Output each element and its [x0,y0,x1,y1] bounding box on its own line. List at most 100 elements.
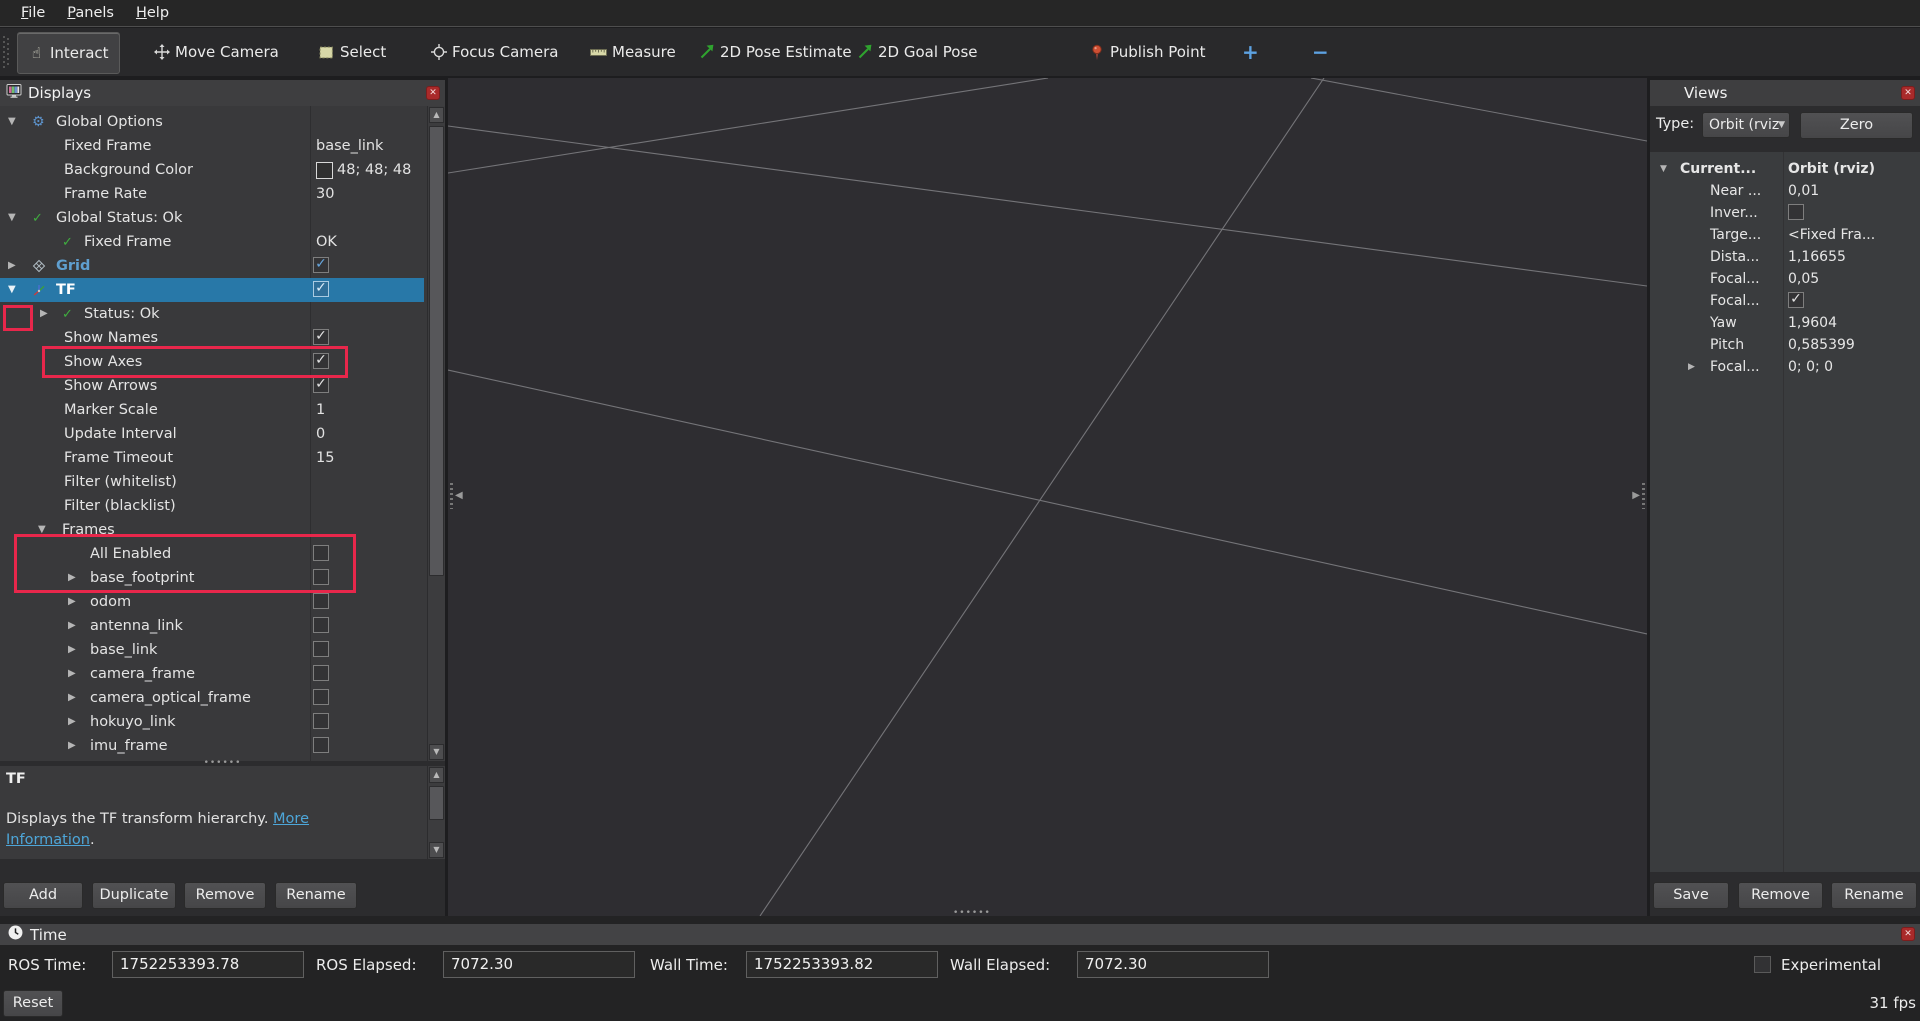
tree-row-show-arrows[interactable]: Show Arrows✓ [0,374,424,398]
scroll-down-icon[interactable]: ▼ [429,842,444,858]
3d-viewport[interactable]: ◀ ▶ •••••• [448,78,1647,916]
color-swatch[interactable] [316,162,333,179]
tool-2d-goal-pose[interactable]: 2D Goal Pose [846,32,988,72]
bottom-splitter-grip[interactable]: •••••• [953,911,991,915]
tree-row-update-interval[interactable]: Update Interval0 [0,422,424,446]
description-scrollbar[interactable]: ▲ ▼ [427,766,445,859]
expand-icon[interactable]: ▶ [68,734,76,758]
view-row-targe-[interactable]: Targe...<Fixed Fra... [1650,224,1920,246]
left-splitter-grip[interactable] [450,483,453,509]
remove-button[interactable]: Remove [184,882,266,909]
view-row-inver-[interactable]: Inver... [1650,202,1920,224]
tree-row-camera-frame[interactable]: ▶camera_frame [0,662,424,686]
checkbox[interactable] [313,593,329,609]
tree-row-hokuyo-link[interactable]: ▶hokuyo_link [0,710,424,734]
tree-row-show-names[interactable]: Show Names✓ [0,326,424,350]
expand-icon[interactable]: ▶ [1688,356,1695,378]
tool-publish-point[interactable]: Publish Point [1078,32,1215,72]
collapse-icon[interactable]: ▼ [8,206,16,230]
ros-time-value[interactable]: 1752253393.78 [112,951,304,978]
collapse-icon[interactable]: ▼ [1660,158,1667,180]
tree-row-marker-scale[interactable]: Marker Scale1 [0,398,424,422]
row-value[interactable]: 1 [316,398,422,422]
reset-button[interactable]: Reset [3,990,63,1017]
expand-icon[interactable]: ▶ [68,590,76,614]
view-type-dropdown[interactable]: Orbit (rviz ▼ [1702,112,1790,138]
row-value[interactable]: 1,9604 [1788,312,1916,334]
collapse-icon[interactable]: ▼ [8,278,16,302]
checkbox[interactable] [313,713,329,729]
tree-scrollbar[interactable]: ▲ ▼ [427,106,445,761]
tree-row-base-link[interactable]: ▶base_link [0,638,424,662]
tool-move-camera[interactable]: Move Camera [143,32,289,72]
tree-row-filter-whitelist-[interactable]: Filter (whitelist) [0,470,424,494]
expand-icon[interactable]: ▶ [68,638,76,662]
checkbox[interactable]: ✓ [313,281,329,297]
tree-row-show-axes[interactable]: Show Axes✓ [0,350,424,374]
checkbox[interactable]: ✓ [313,329,329,345]
row-value[interactable]: 48; 48; 48 [316,158,422,182]
view-row-dista-[interactable]: Dista...1,16655 [1650,246,1920,268]
tree-row-fixed-frame[interactable]: ✓Fixed FrameOK [0,230,424,254]
view-row-current-[interactable]: ▼Current...Orbit (rviz) [1650,158,1920,180]
ros-elapsed-value[interactable]: 7072.30 [443,951,635,978]
menu-file[interactable]: File [10,5,56,21]
view-row-pitch[interactable]: Pitch0,585399 [1650,334,1920,356]
tree-row-background-color[interactable]: Background Color48; 48; 48 [0,158,424,182]
checkbox[interactable]: ✓ [1788,292,1804,308]
collapse-icon[interactable]: ▼ [38,518,46,542]
view-row-focal-[interactable]: Focal...0,05 [1650,268,1920,290]
tree-row-filter-blacklist-[interactable]: Filter (blacklist) [0,494,424,518]
tool-select[interactable]: Select [308,32,396,72]
checkbox[interactable] [313,617,329,633]
tree-row-tf[interactable]: ▼TF✓ [0,278,424,302]
tool-interact[interactable]: ☝Interact [17,32,120,74]
checkbox[interactable] [313,665,329,681]
scroll-down-icon[interactable]: ▼ [429,744,444,760]
expand-icon[interactable]: ▶ [40,302,48,326]
checkbox[interactable] [313,689,329,705]
view-row-focal-[interactable]: ▶Focal...0; 0; 0 [1650,356,1920,378]
view-row-focal-[interactable]: Focal...✓ [1650,290,1920,312]
row-value[interactable]: 0,01 [1788,180,1916,202]
tree-row-frame-timeout[interactable]: Frame Timeout15 [0,446,424,470]
tool-focus-camera[interactable]: Focus Camera [420,32,568,72]
menu-help[interactable]: Help [125,5,180,21]
row-value[interactable]: 30 [316,182,422,206]
tree-row-global-options[interactable]: ▼⚙Global Options [0,110,424,134]
expand-icon[interactable]: ▶ [8,254,16,278]
row-value[interactable]: OK [316,230,422,254]
remove-button[interactable]: Remove [1738,882,1823,909]
add-tool-button[interactable]: + [1232,32,1269,72]
rename-button[interactable]: Rename [1831,882,1917,909]
row-value[interactable]: base_link [316,134,422,158]
checkbox[interactable] [313,737,329,753]
tree-row-fixed-frame[interactable]: Fixed Framebase_link [0,134,424,158]
menu-panels[interactable]: Panels [56,5,125,21]
collapse-left-icon[interactable]: ◀ [455,490,463,501]
add-button[interactable]: Add [3,882,83,909]
tree-row-grid[interactable]: ▶Grid✓ [0,254,424,278]
close-icon[interactable]: ✕ [1901,927,1915,941]
experimental-checkbox[interactable] [1754,956,1771,973]
row-value[interactable]: 0; 0; 0 [1788,356,1916,378]
row-value[interactable]: 0,585399 [1788,334,1916,356]
right-splitter-grip[interactable] [1642,483,1645,509]
expand-icon[interactable]: ▶ [68,686,76,710]
row-value[interactable]: 1,16655 [1788,246,1916,268]
expand-icon[interactable]: ▶ [68,662,76,686]
close-icon[interactable]: ✕ [426,86,440,100]
scroll-thumb[interactable] [429,126,444,576]
checkbox[interactable] [1788,204,1804,220]
tree-row-base-footprint[interactable]: ▶base_footprint [0,566,424,590]
checkbox[interactable] [313,641,329,657]
tree-row-status-ok[interactable]: ▶✓Status: Ok [0,302,424,326]
tree-row-antenna-link[interactable]: ▶antenna_link [0,614,424,638]
collapse-icon[interactable]: ▼ [8,110,16,134]
toolbar-grip-handle[interactable] [3,36,10,68]
tree-row-odom[interactable]: ▶odom [0,590,424,614]
checkbox[interactable]: ✓ [313,257,329,273]
tool-2d-pose-estimate[interactable]: 2D Pose Estimate [688,32,862,72]
views-panel-header[interactable]: Views ✕ [1650,80,1920,106]
expand-icon[interactable]: ▶ [68,614,76,638]
